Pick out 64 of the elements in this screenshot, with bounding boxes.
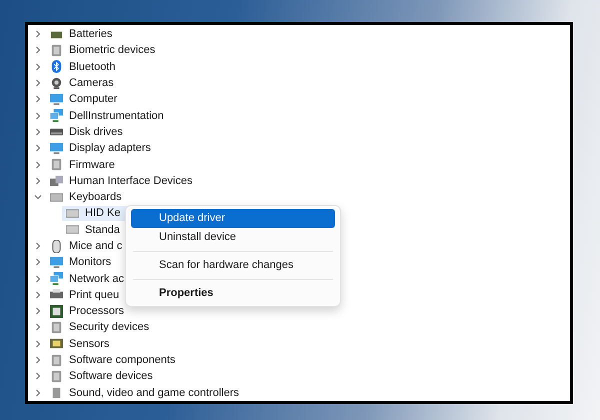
tree-item[interactable]: Display adapters: [69, 142, 151, 154]
chevron-icon[interactable]: [34, 128, 42, 136]
bluetooth-icon: [50, 60, 63, 74]
tree-item[interactable]: Biometric devices: [69, 44, 156, 56]
chevron-icon[interactable]: [34, 388, 42, 397]
tree-item[interactable]: DellInstrumentation: [69, 110, 164, 122]
tree-item[interactable]: Processors: [69, 305, 124, 318]
tree-item[interactable]: Sensors: [69, 338, 110, 350]
chip-icon: [50, 370, 63, 383]
tree-item[interactable]: Security devices: [69, 321, 150, 334]
menu-item[interactable]: Scan for hardware changes: [131, 256, 335, 275]
keyboard-icon: [66, 206, 79, 220]
tree-item[interactable]: Print queu: [69, 288, 120, 301]
chevron-icon[interactable]: [34, 323, 42, 332]
chevron-icon[interactable]: [34, 307, 42, 316]
chevron-icon[interactable]: [34, 340, 42, 348]
network-icon: [50, 272, 63, 286]
chip-icon: [50, 158, 63, 172]
menu-item[interactable]: Uninstall device: [131, 228, 335, 247]
display-icon: [50, 142, 63, 155]
mouse-icon: [50, 240, 63, 252]
keyboard-icon: [66, 223, 79, 236]
keyboard-icon: [50, 190, 63, 204]
tree-item[interactable]: Mice and c: [69, 240, 122, 252]
chevron-icon[interactable]: [34, 356, 42, 364]
chip-icon: [50, 354, 63, 367]
tree-item[interactable]: Disk drives: [69, 126, 123, 138]
menu-item[interactable]: Properties: [131, 284, 335, 303]
tree-item[interactable]: Bluetooth: [69, 60, 116, 73]
chevron-icon[interactable]: [34, 258, 42, 266]
network-icon: [50, 109, 63, 122]
cpu-icon: [50, 304, 63, 318]
tree-item[interactable]: Network ac: [69, 272, 124, 285]
chevron-icon[interactable]: [34, 176, 42, 185]
chevron-icon[interactable]: [34, 160, 42, 169]
tree-item[interactable]: Software components: [69, 354, 176, 366]
tree-item[interactable]: Software devices: [69, 370, 153, 382]
tree-item[interactable]: Sound, video and game controllers: [69, 386, 239, 399]
chevron-icon[interactable]: [34, 144, 42, 152]
chevron-icon[interactable]: [34, 112, 42, 120]
chevron-icon[interactable]: [34, 46, 42, 54]
tree-item[interactable]: Firmware: [69, 158, 115, 171]
chevron-icon[interactable]: [34, 79, 42, 88]
chevron-icon[interactable]: [34, 242, 42, 250]
chevron-icon[interactable]: [34, 95, 42, 104]
monitor-icon: [50, 92, 63, 106]
tree-item[interactable]: Keyboards: [69, 191, 122, 204]
tree-item[interactable]: Monitors: [69, 256, 112, 268]
chevron-icon[interactable]: [34, 62, 42, 71]
tree-item[interactable]: Human Interface Devices: [69, 174, 192, 187]
tree-item[interactable]: Computer: [69, 93, 118, 106]
chip-icon: [50, 44, 63, 57]
tree-item[interactable]: Batteries: [69, 28, 112, 40]
chevron-icon[interactable]: [34, 290, 42, 299]
sensor-icon: [50, 337, 63, 350]
menu-item[interactable]: Update driver: [131, 209, 335, 228]
chevron-icon[interactable]: [34, 30, 42, 38]
monitor-icon: [50, 256, 63, 269]
camera-icon: [50, 76, 63, 90]
chevron-icon[interactable]: [34, 193, 42, 202]
chip-icon: [50, 320, 63, 334]
chevron-icon[interactable]: [34, 274, 42, 283]
tree-item[interactable]: Cameras: [69, 77, 114, 90]
chevron-icon[interactable]: [34, 372, 42, 380]
